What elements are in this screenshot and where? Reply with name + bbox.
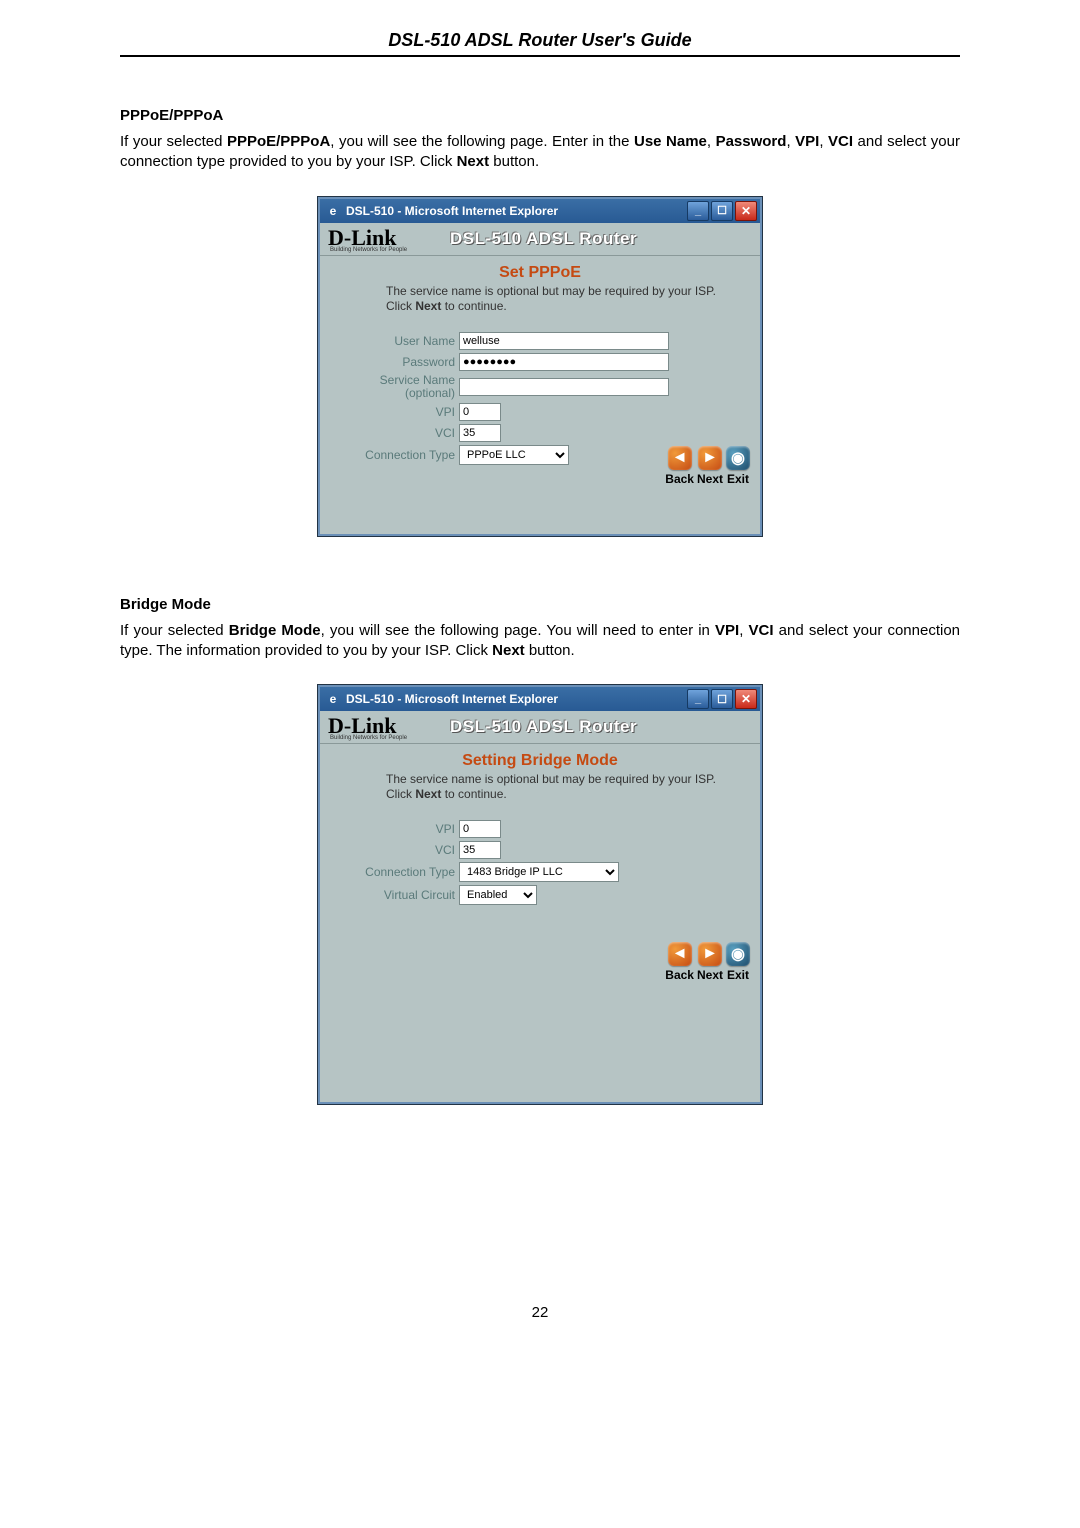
input-vci[interactable] bbox=[459, 841, 501, 859]
screenshot-pppoe-window: e DSL-510 - Microsoft Internet Explorer … bbox=[318, 197, 762, 536]
text: Next bbox=[457, 153, 490, 170]
next-arrow-icon: ► bbox=[698, 446, 722, 470]
wizard-title: Setting Bridge Mode bbox=[330, 752, 750, 770]
back-button[interactable]: ◄ Back bbox=[665, 446, 694, 486]
label-password: Password bbox=[330, 355, 459, 369]
text: Click bbox=[386, 787, 415, 801]
section-pppoe-heading: PPPoE/PPPoA bbox=[120, 107, 960, 124]
text: Bridge Mode bbox=[229, 622, 321, 639]
dlink-tagline: Building Networks for People bbox=[330, 247, 407, 253]
close-button[interactable]: ✕ bbox=[735, 201, 757, 221]
label-username: User Name bbox=[330, 334, 459, 348]
section-bridge-paragraph: If your selected Bridge Mode, you will s… bbox=[120, 621, 960, 662]
minimize-button[interactable]: _ bbox=[687, 201, 709, 221]
maximize-button[interactable]: ☐ bbox=[711, 201, 733, 221]
section-bridge-heading: Bridge Mode bbox=[120, 596, 960, 613]
close-button[interactable]: ✕ bbox=[735, 689, 757, 709]
text: button. bbox=[489, 153, 539, 170]
label-connection-type: Connection Type bbox=[330, 865, 459, 879]
ie-icon: e bbox=[326, 204, 340, 218]
router-model-label: DSL-510 ADSL Router bbox=[450, 717, 637, 737]
text: to continue. bbox=[441, 787, 506, 801]
select-connection-type[interactable]: 1483 Bridge IP LLC bbox=[459, 862, 619, 882]
text: , you will see the following page. You w… bbox=[321, 622, 715, 639]
exit-button[interactable]: ◉ Exit bbox=[726, 446, 750, 486]
logo-row: D-Link Building Networks for People DSL-… bbox=[320, 711, 760, 744]
input-vpi[interactable] bbox=[459, 820, 501, 838]
screenshot-bridge-window: e DSL-510 - Microsoft Internet Explorer … bbox=[318, 685, 762, 1104]
input-vci[interactable] bbox=[459, 424, 501, 442]
text: The service name is optional but may be … bbox=[386, 772, 716, 786]
input-vpi[interactable] bbox=[459, 403, 501, 421]
label-vci: VCI bbox=[330, 426, 459, 440]
text: Use Name bbox=[634, 133, 707, 150]
text: VCI bbox=[828, 133, 853, 150]
text: Next bbox=[492, 642, 525, 659]
text: , bbox=[707, 133, 716, 150]
text: button. bbox=[525, 642, 575, 659]
section-pppoe-paragraph: If your selected PPPoE/PPPoA, you will s… bbox=[120, 132, 960, 173]
text: If your selected bbox=[120, 622, 229, 639]
next-label: Next bbox=[697, 968, 723, 982]
logo-row: D-Link Building Networks for People DSL-… bbox=[320, 223, 760, 256]
exit-icon: ◉ bbox=[726, 446, 750, 470]
text: to continue. bbox=[441, 299, 506, 313]
window-title: DSL-510 - Microsoft Internet Explorer bbox=[346, 692, 558, 706]
doc-header-title: DSL-510 ADSL Router User's Guide bbox=[120, 30, 960, 51]
minimize-button[interactable]: _ bbox=[687, 689, 709, 709]
input-username[interactable] bbox=[459, 332, 669, 350]
text: , bbox=[786, 133, 795, 150]
next-button[interactable]: ► Next bbox=[697, 446, 723, 486]
label-virtual-circuit: Virtual Circuit bbox=[330, 888, 459, 902]
text: If your selected bbox=[120, 133, 227, 150]
back-button[interactable]: ◄ Back bbox=[665, 942, 694, 982]
exit-button[interactable]: ◉ Exit bbox=[726, 942, 750, 982]
window-titlebar: e DSL-510 - Microsoft Internet Explorer … bbox=[320, 687, 760, 711]
label-connection-type: Connection Type bbox=[330, 448, 459, 462]
exit-label: Exit bbox=[727, 472, 749, 486]
wizard-title: Set PPPoE bbox=[330, 264, 750, 282]
dlink-tagline: Building Networks for People bbox=[330, 735, 407, 741]
exit-icon: ◉ bbox=[726, 942, 750, 966]
window-titlebar: e DSL-510 - Microsoft Internet Explorer … bbox=[320, 199, 760, 223]
select-connection-type[interactable]: PPPoE LLC bbox=[459, 445, 569, 465]
text: VPI bbox=[715, 622, 739, 639]
dlink-logo: D-Link bbox=[320, 225, 407, 249]
back-label: Back bbox=[665, 472, 694, 486]
back-arrow-icon: ◄ bbox=[668, 942, 692, 966]
next-arrow-icon: ► bbox=[698, 942, 722, 966]
label-vpi: VPI bbox=[330, 822, 459, 836]
label-service-name: Service Name (optional) bbox=[330, 374, 459, 400]
text: Click bbox=[386, 299, 415, 313]
text: Next bbox=[415, 299, 441, 313]
text: , bbox=[819, 133, 828, 150]
input-service-name[interactable] bbox=[459, 378, 669, 396]
back-arrow-icon: ◄ bbox=[668, 446, 692, 470]
text: PPPoE/PPPoA bbox=[227, 133, 330, 150]
text: VCI bbox=[749, 622, 774, 639]
label-vpi: VPI bbox=[330, 405, 459, 419]
next-button[interactable]: ► Next bbox=[697, 942, 723, 982]
text: , bbox=[739, 622, 748, 639]
text: Next bbox=[415, 787, 441, 801]
text: , you will see the following page. Enter… bbox=[330, 133, 634, 150]
window-title: DSL-510 - Microsoft Internet Explorer bbox=[346, 204, 558, 218]
next-label: Next bbox=[697, 472, 723, 486]
router-model-label: DSL-510 ADSL Router bbox=[450, 229, 637, 249]
maximize-button[interactable]: ☐ bbox=[711, 689, 733, 709]
label-vci: VCI bbox=[330, 843, 459, 857]
exit-label: Exit bbox=[727, 968, 749, 982]
select-virtual-circuit[interactable]: Enabled bbox=[459, 885, 537, 905]
wizard-instruction: The service name is optional but may be … bbox=[386, 284, 750, 314]
wizard-instruction: The service name is optional but may be … bbox=[386, 772, 750, 802]
back-label: Back bbox=[665, 968, 694, 982]
input-password[interactable] bbox=[459, 353, 669, 371]
header-rule bbox=[120, 55, 960, 57]
text: Password bbox=[716, 133, 787, 150]
text: The service name is optional but may be … bbox=[386, 284, 716, 298]
dlink-logo: D-Link bbox=[320, 713, 407, 737]
text: VPI bbox=[795, 133, 819, 150]
page-number: 22 bbox=[120, 1304, 960, 1321]
ie-icon: e bbox=[326, 692, 340, 706]
